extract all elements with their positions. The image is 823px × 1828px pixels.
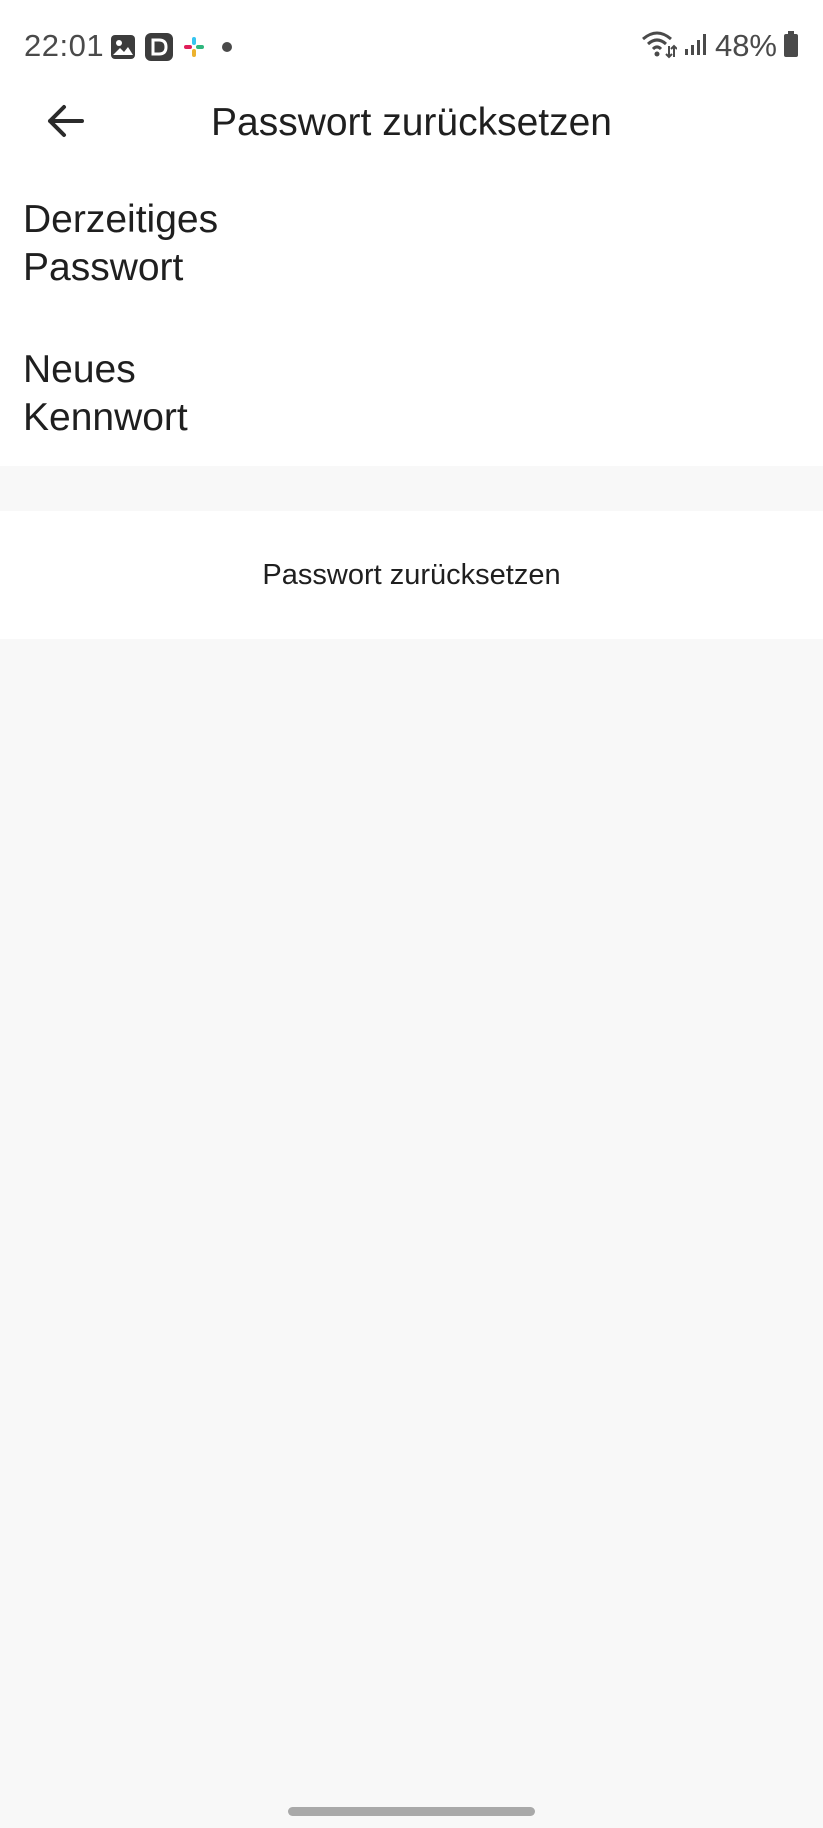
home-indicator[interactable] xyxy=(288,1807,535,1816)
new-password-input[interactable] xyxy=(260,340,799,442)
status-right: 48% xyxy=(641,28,799,64)
password-form: Derzeitiges Passwort Neues Kennwort xyxy=(0,170,823,466)
battery-icon xyxy=(783,30,799,63)
slack-icon xyxy=(182,35,206,59)
notification-icons xyxy=(110,31,240,63)
app-d-icon xyxy=(144,32,174,62)
new-password-row: Neues Kennwort xyxy=(0,320,823,460)
current-password-row: Derzeitiges Passwort xyxy=(0,170,823,310)
current-password-input[interactable] xyxy=(260,190,799,292)
signal-icon xyxy=(683,31,709,62)
status-bar: 22:01 48% xyxy=(0,0,823,92)
current-password-label: Derzeitiges Passwort xyxy=(23,198,219,289)
dot-icon xyxy=(214,34,240,60)
action-section: Passwort zurücksetzen xyxy=(0,511,823,639)
reset-password-button[interactable]: Passwort zurücksetzen xyxy=(0,511,823,639)
battery-percent: 48% xyxy=(714,28,777,63)
new-password-label: Neues Kennwort xyxy=(23,348,188,439)
wifi-icon xyxy=(641,29,678,64)
status-time: 22:01 xyxy=(24,28,105,63)
gallery-icon xyxy=(110,34,136,60)
page-title: Passwort zurücksetzen xyxy=(211,101,612,144)
